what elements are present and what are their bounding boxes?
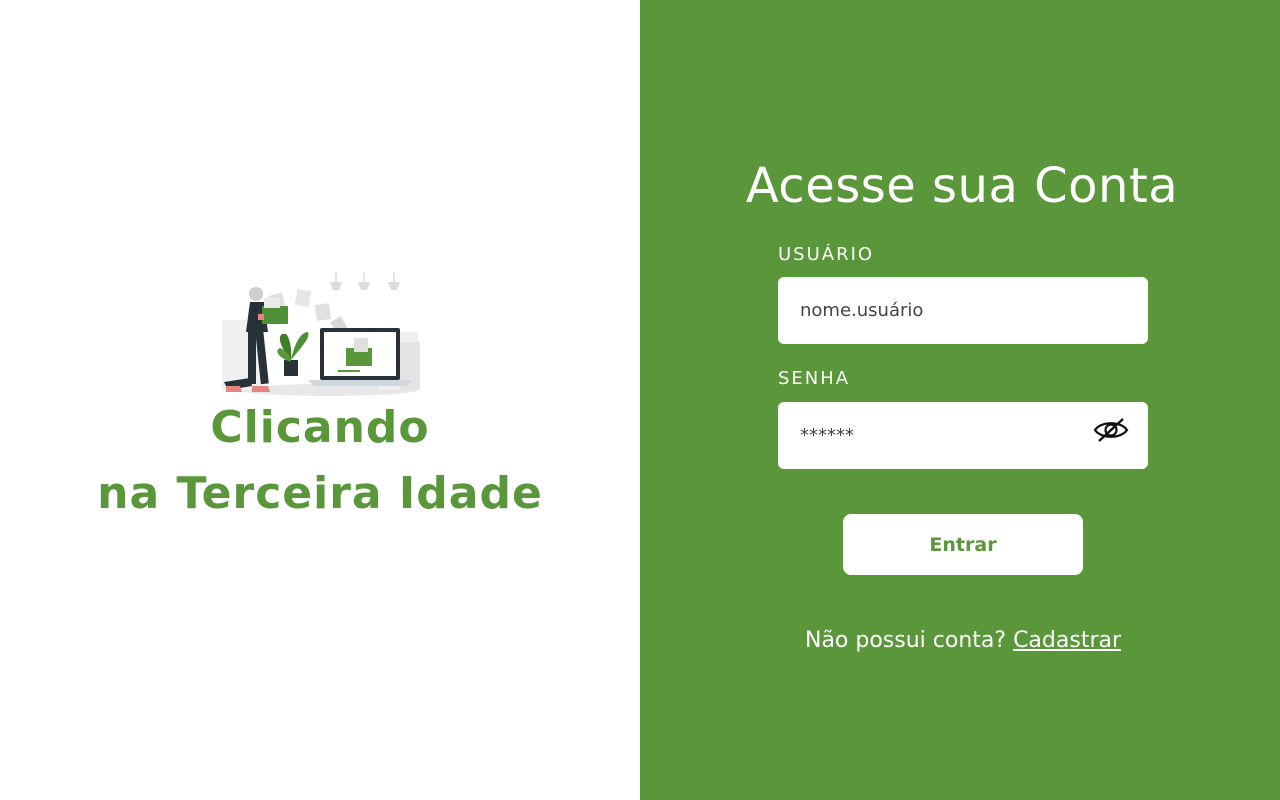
username-input[interactable] xyxy=(778,277,1148,344)
login-title: Acesse sua Conta xyxy=(745,158,1179,214)
brand-title-line2: na Terceira Idade xyxy=(97,468,543,519)
signup-prompt: Não possui conta? xyxy=(804,628,1007,653)
password-label: SENHA xyxy=(778,368,851,389)
eye-slash-icon[interactable] xyxy=(1092,415,1130,445)
brand-title: Clicando na Terceira Idade xyxy=(0,395,640,527)
username-label: USUÁRIO xyxy=(778,244,875,265)
left-panel: Clicando na Terceira Idade xyxy=(0,0,640,800)
person-moving-files-illustration xyxy=(222,272,420,396)
login-panel: Acesse sua Conta USUÁRIO SENHA Entrar Nã… xyxy=(640,0,1280,800)
login-button[interactable]: Entrar xyxy=(843,514,1083,575)
brand-title-line1: Clicando xyxy=(210,402,430,453)
signup-link[interactable]: Cadastrar xyxy=(1013,628,1121,653)
signup-row: Não possui conta? Cadastrar xyxy=(640,628,1280,653)
